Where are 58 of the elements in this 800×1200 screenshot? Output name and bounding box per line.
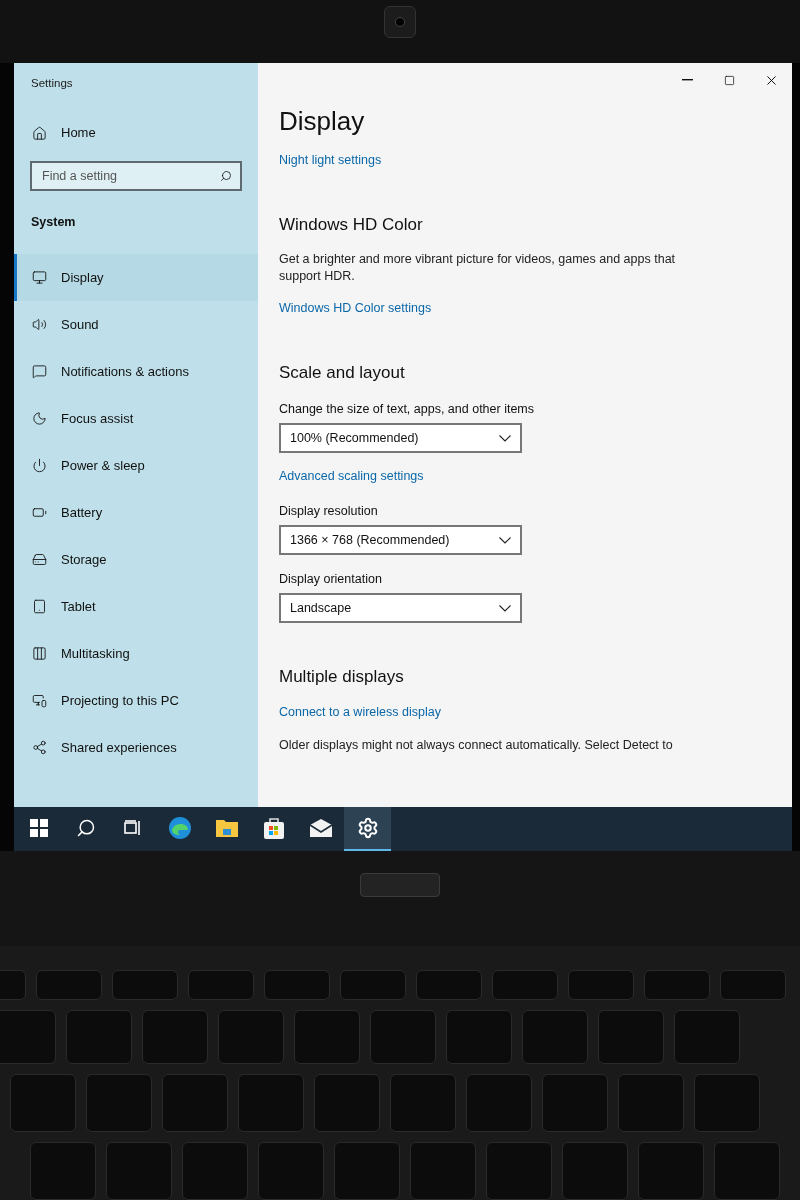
- settings-link[interactable]: Connect to a wireless display: [279, 705, 441, 720]
- columns-icon: [32, 645, 47, 661]
- field-label: Display resolution: [279, 503, 379, 521]
- webcam-icon: [384, 6, 416, 38]
- storage-icon: [32, 551, 47, 567]
- field-label: Display orientation: [279, 571, 383, 589]
- section-heading: Scale and layout: [279, 362, 406, 385]
- sidebar-item[interactable]: Display: [14, 253, 258, 301]
- chevron-icon: [499, 536, 511, 544]
- section-heading: Multiple displays: [279, 666, 405, 689]
- moon-icon: [32, 410, 47, 426]
- description-text: Older displays might not always connect automatically. Select Detect to: [279, 737, 674, 755]
- settings-link[interactable]: Advanced scaling settings: [279, 469, 424, 484]
- search-icon: [75, 818, 96, 839]
- chevron-icon: [499, 434, 511, 442]
- maximize-icon: [723, 74, 735, 86]
- section-title: System: [30, 214, 77, 232]
- sidebar-item[interactable]: Shared experiences: [14, 723, 258, 771]
- folder-icon: [214, 818, 239, 839]
- window-title: Settings: [30, 76, 74, 92]
- wave-logo-icon: [167, 816, 192, 841]
- monitor-phone-icon: [32, 692, 47, 708]
- speaker-icon: [32, 316, 47, 332]
- search-icon: [220, 170, 232, 183]
- dropdown[interactable]: Landscape: [279, 593, 522, 624]
- gear-icon: [356, 817, 379, 840]
- taskbar-button[interactable]: [344, 807, 391, 852]
- tablet-icon: [32, 598, 47, 614]
- section-heading: Windows HD Color: [279, 214, 424, 237]
- description-text: Get a brighter and more vibrant picture for videos, games and apps that support HDR.: [279, 251, 677, 286]
- minimize-icon: [681, 79, 693, 82]
- sidebar-item[interactable]: Power & sleep: [14, 441, 258, 489]
- sidebar-item[interactable]: Home: [14, 117, 258, 150]
- task-view-icon: [123, 820, 142, 837]
- sidebar-item[interactable]: Focus assist: [14, 394, 258, 442]
- chevron-icon: [499, 604, 511, 612]
- power-icon: [32, 457, 47, 473]
- share-icon: [32, 739, 47, 755]
- message-icon: [32, 363, 47, 379]
- dropdown[interactable]: 100% (Recommended): [279, 423, 522, 454]
- page-title: Display: [279, 105, 366, 138]
- settings-link[interactable]: Windows HD Color settings: [279, 301, 432, 316]
- home-icon: [32, 125, 47, 141]
- sidebar-item[interactable]: Projecting to this PC: [14, 676, 258, 724]
- field-label: Change the size of text, apps, and other items: [279, 401, 535, 419]
- settings-link[interactable]: Night light settings: [279, 153, 382, 168]
- sidebar-item[interactable]: Battery: [14, 488, 258, 536]
- dropdown[interactable]: 1366 × 768 (Recommended): [279, 525, 522, 556]
- shopping-bag-icon: [262, 816, 285, 841]
- envelope-icon: [308, 818, 333, 839]
- sidebar-item[interactable]: Sound: [14, 300, 258, 348]
- sidebar-item[interactable]: Storage: [14, 535, 258, 583]
- sidebar-item[interactable]: Tablet: [14, 582, 258, 630]
- sidebar-item[interactable]: Multitasking: [14, 629, 258, 677]
- sidebar-item[interactable]: Notifications & actions: [14, 347, 258, 395]
- monitor-icon: [32, 269, 47, 285]
- windows-logo-icon: [29, 819, 48, 838]
- search-field[interactable]: Find a setting: [30, 161, 242, 192]
